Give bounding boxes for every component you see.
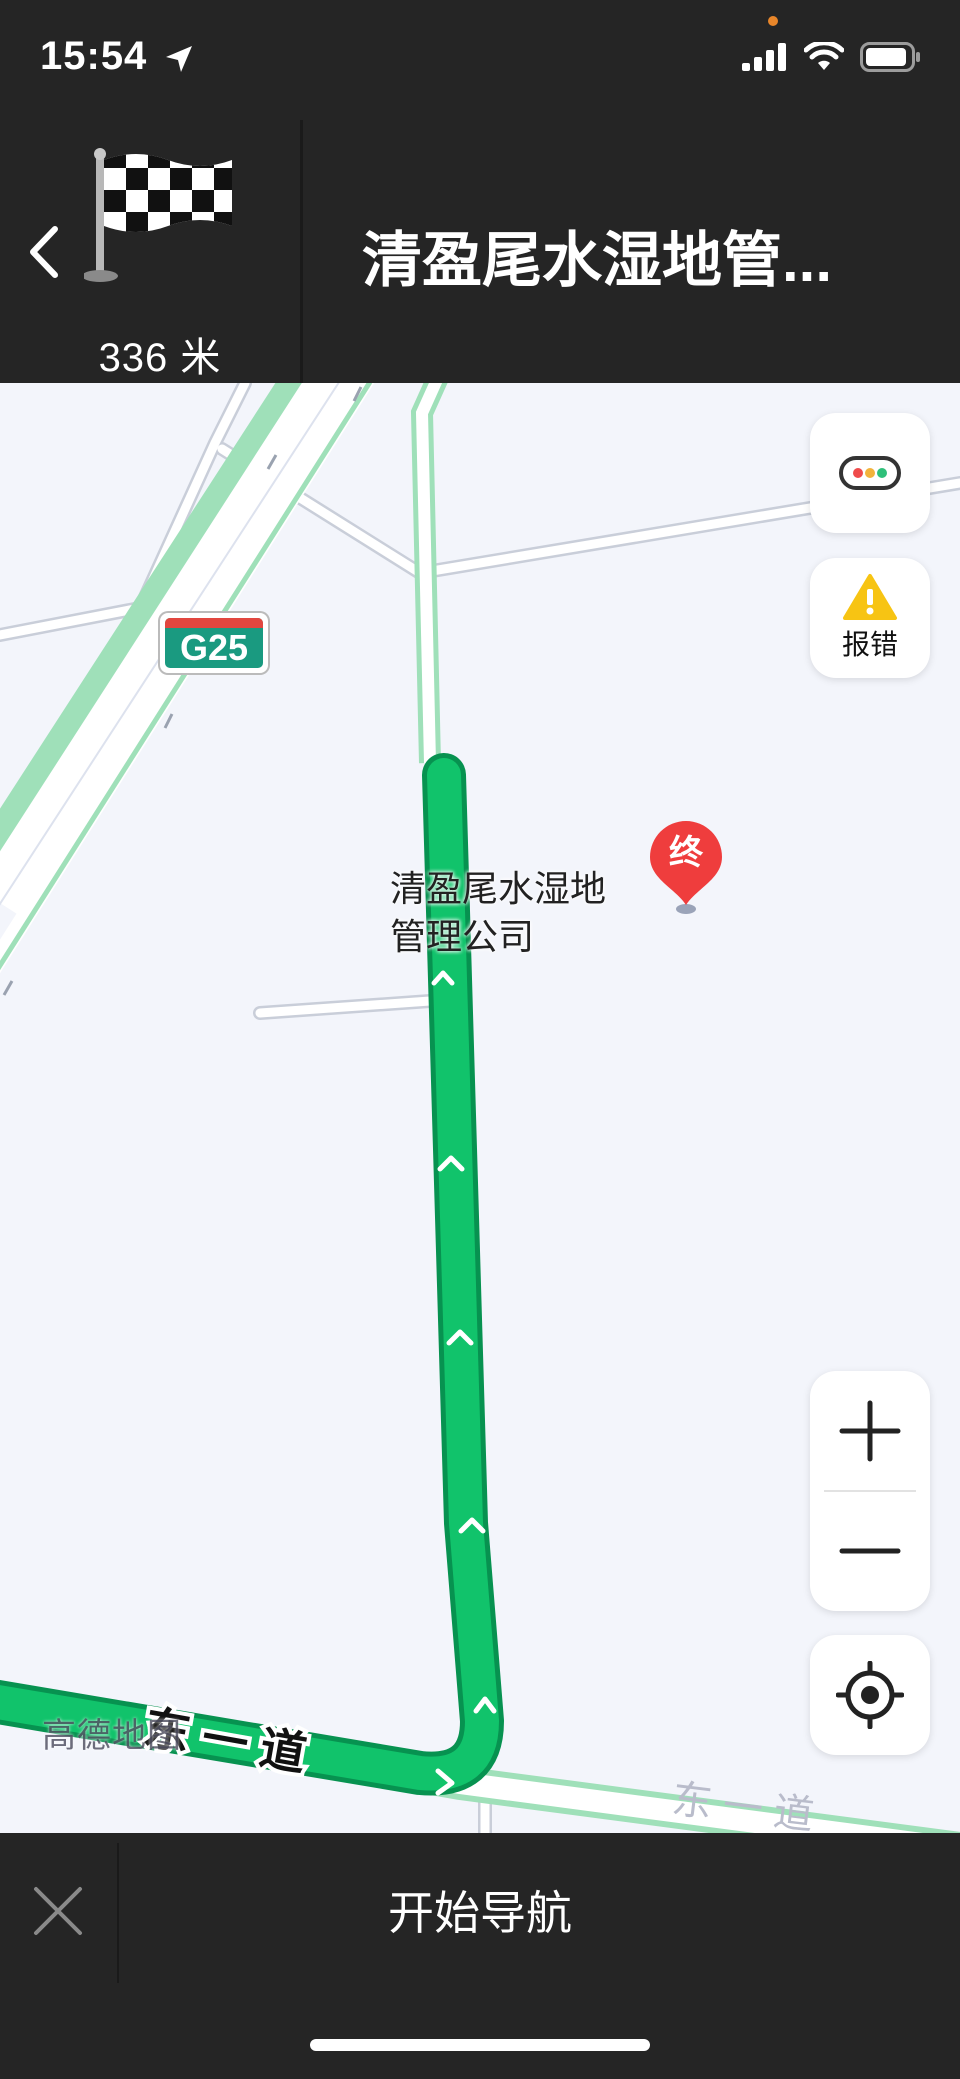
bottom-divider [117,1843,119,1983]
close-icon [34,1887,82,1935]
location-arrow-icon [166,46,192,72]
warning-icon [843,574,897,620]
chevron-left-icon [30,226,58,278]
plus-icon [839,1400,901,1462]
back-button[interactable] [14,212,74,292]
poi-label[interactable]: 清盈尾水湿地 管理公司 [390,865,650,961]
poi-label-line2: 管理公司 [390,916,535,957]
expressway-g25 [0,383,375,996]
report-error-button[interactable]: 报错 [810,558,930,678]
wifi-icon [804,42,844,70]
zoom-in-button[interactable] [810,1371,930,1491]
bottom-action-bar: 开始导航 [0,1833,960,2079]
highway-shield-g25: G25 [160,613,268,673]
destination-title: 清盈尾水湿地管... [362,227,833,294]
zoom-controls [810,1371,930,1611]
end-marker-label: 终 [669,834,703,872]
close-button[interactable] [20,1873,96,1949]
distance-remaining: 336 米 [98,336,222,380]
status-icons [742,42,922,72]
cellular-signal-icon [742,43,786,71]
home-indicator[interactable] [310,2039,650,2051]
locate-icon [836,1661,904,1729]
map-view[interactable]: 东 一 道 东 一 道 G25 清盈尾水湿地 管理公司 终 高德地图 报错 [0,383,960,1833]
report-error-label: 报错 [841,629,898,660]
recording-dot [768,16,778,26]
locate-me-button[interactable] [810,1635,930,1755]
minus-icon [839,1548,901,1554]
checkered-flag-icon [84,148,232,282]
end-marker[interactable]: 终 [646,819,726,919]
zoom-out-button[interactable] [810,1491,930,1611]
battery-icon [860,42,920,72]
traffic-light-icon [839,456,901,490]
header-divider [300,120,303,383]
map-watermark: 高德地图 [42,1717,182,1755]
start-navigation-button[interactable]: 开始导航 [120,1873,840,1953]
navigation-header: 336 米 清盈尾水湿地管... [0,120,960,383]
status-bar: 15:54 [0,0,960,120]
poi-label-line1: 清盈尾水湿地 [390,868,607,909]
traffic-toggle-button[interactable] [810,413,930,533]
status-time: 15:54 [40,34,148,78]
